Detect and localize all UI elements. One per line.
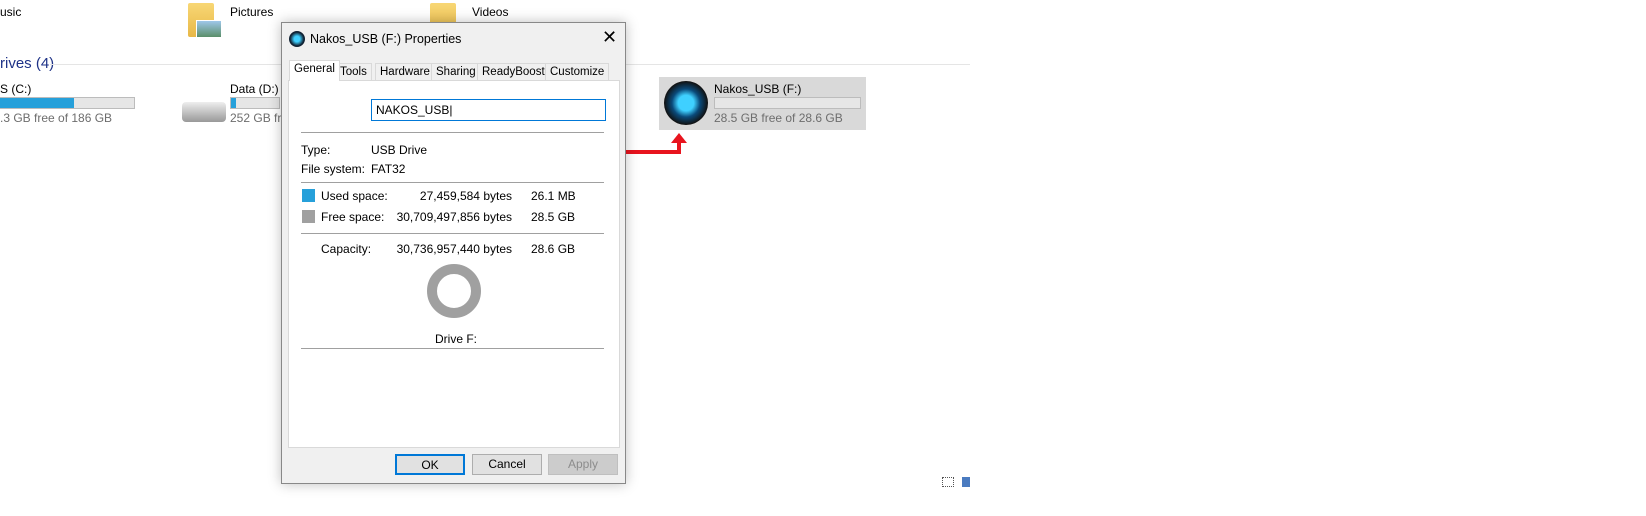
usb-drive-icon: [289, 31, 305, 47]
picture-icon: [196, 20, 222, 38]
tab-readyboost[interactable]: ReadyBoost: [477, 63, 550, 81]
divider: [301, 132, 604, 133]
close-icon[interactable]: ✕: [602, 27, 617, 48]
drive-d-bar: [230, 97, 280, 109]
divider: [301, 182, 604, 183]
drive-d-label[interactable]: Data (D:): [230, 82, 279, 96]
apply-button[interactable]: Apply: [548, 454, 618, 475]
used-size: 26.1 MB: [531, 189, 576, 203]
arrow-head-icon: [671, 133, 687, 143]
used-color-swatch: [302, 189, 315, 202]
tab-general[interactable]: General: [289, 60, 340, 81]
capacity-label: Capacity:: [321, 242, 372, 256]
folder-videos-label[interactable]: Videos: [472, 5, 508, 19]
divider: [301, 233, 604, 234]
drive-c-bar: [0, 97, 135, 109]
cancel-button[interactable]: Cancel: [472, 454, 542, 475]
tab-customize[interactable]: Customize: [545, 63, 610, 81]
type-value: USB Drive: [371, 143, 428, 157]
tab-sharing[interactable]: Sharing: [431, 63, 481, 81]
dialog-title: Nakos_USB (F:) Properties: [310, 32, 462, 46]
drive-letter-label: Drive F:: [435, 332, 477, 346]
tab-hardware[interactable]: Hardware: [375, 63, 435, 81]
hard-drive-icon: [182, 102, 226, 122]
capacity-size: 28.6 GB: [531, 242, 576, 256]
used-bytes: 27,459,584 bytes: [419, 189, 512, 203]
free-bytes: 30,709,497,856 bytes: [396, 210, 512, 224]
properties-dialog: Nakos_USB (F:) Properties ✕ General Tool…: [281, 22, 626, 484]
fs-label: File system:: [301, 162, 366, 176]
ok-button[interactable]: OK: [395, 454, 465, 475]
general-panel: NAKOS_USB| Type: USB Drive File system: …: [288, 80, 620, 448]
fs-value: FAT32: [371, 162, 406, 176]
free-label: Free space:: [321, 210, 385, 224]
drive-c-label[interactable]: S (C:): [0, 82, 31, 96]
folder-music-label[interactable]: usic: [0, 5, 21, 19]
drive-f-bar: [714, 97, 861, 109]
used-label: Used space:: [321, 189, 388, 203]
folder-pictures-label[interactable]: Pictures: [230, 5, 273, 19]
section-title[interactable]: rives (4): [0, 55, 54, 72]
tiles-view-icon[interactable]: [962, 477, 970, 487]
divider: [301, 348, 604, 349]
free-color-swatch: [302, 210, 315, 223]
drive-name-input[interactable]: NAKOS_USB|: [371, 99, 606, 121]
free-size: 28.5 GB: [531, 210, 576, 224]
drive-f-label: Nakos_USB (F:): [714, 82, 802, 96]
type-label: Type:: [301, 143, 331, 157]
drive-f-free: 28.5 GB free of 28.6 GB: [714, 111, 843, 125]
capacity-bytes: 30,736,957,440 bytes: [396, 242, 512, 256]
usage-donut-chart: [427, 264, 481, 318]
drive-c-free: .3 GB free of 186 GB: [0, 111, 113, 125]
usb-drive-icon: [664, 81, 708, 125]
details-view-icon[interactable]: [942, 477, 954, 487]
drive-f-tile[interactable]: Nakos_USB (F:) 28.5 GB free of 28.6 GB: [659, 77, 866, 130]
tab-tools[interactable]: Tools: [335, 63, 372, 81]
